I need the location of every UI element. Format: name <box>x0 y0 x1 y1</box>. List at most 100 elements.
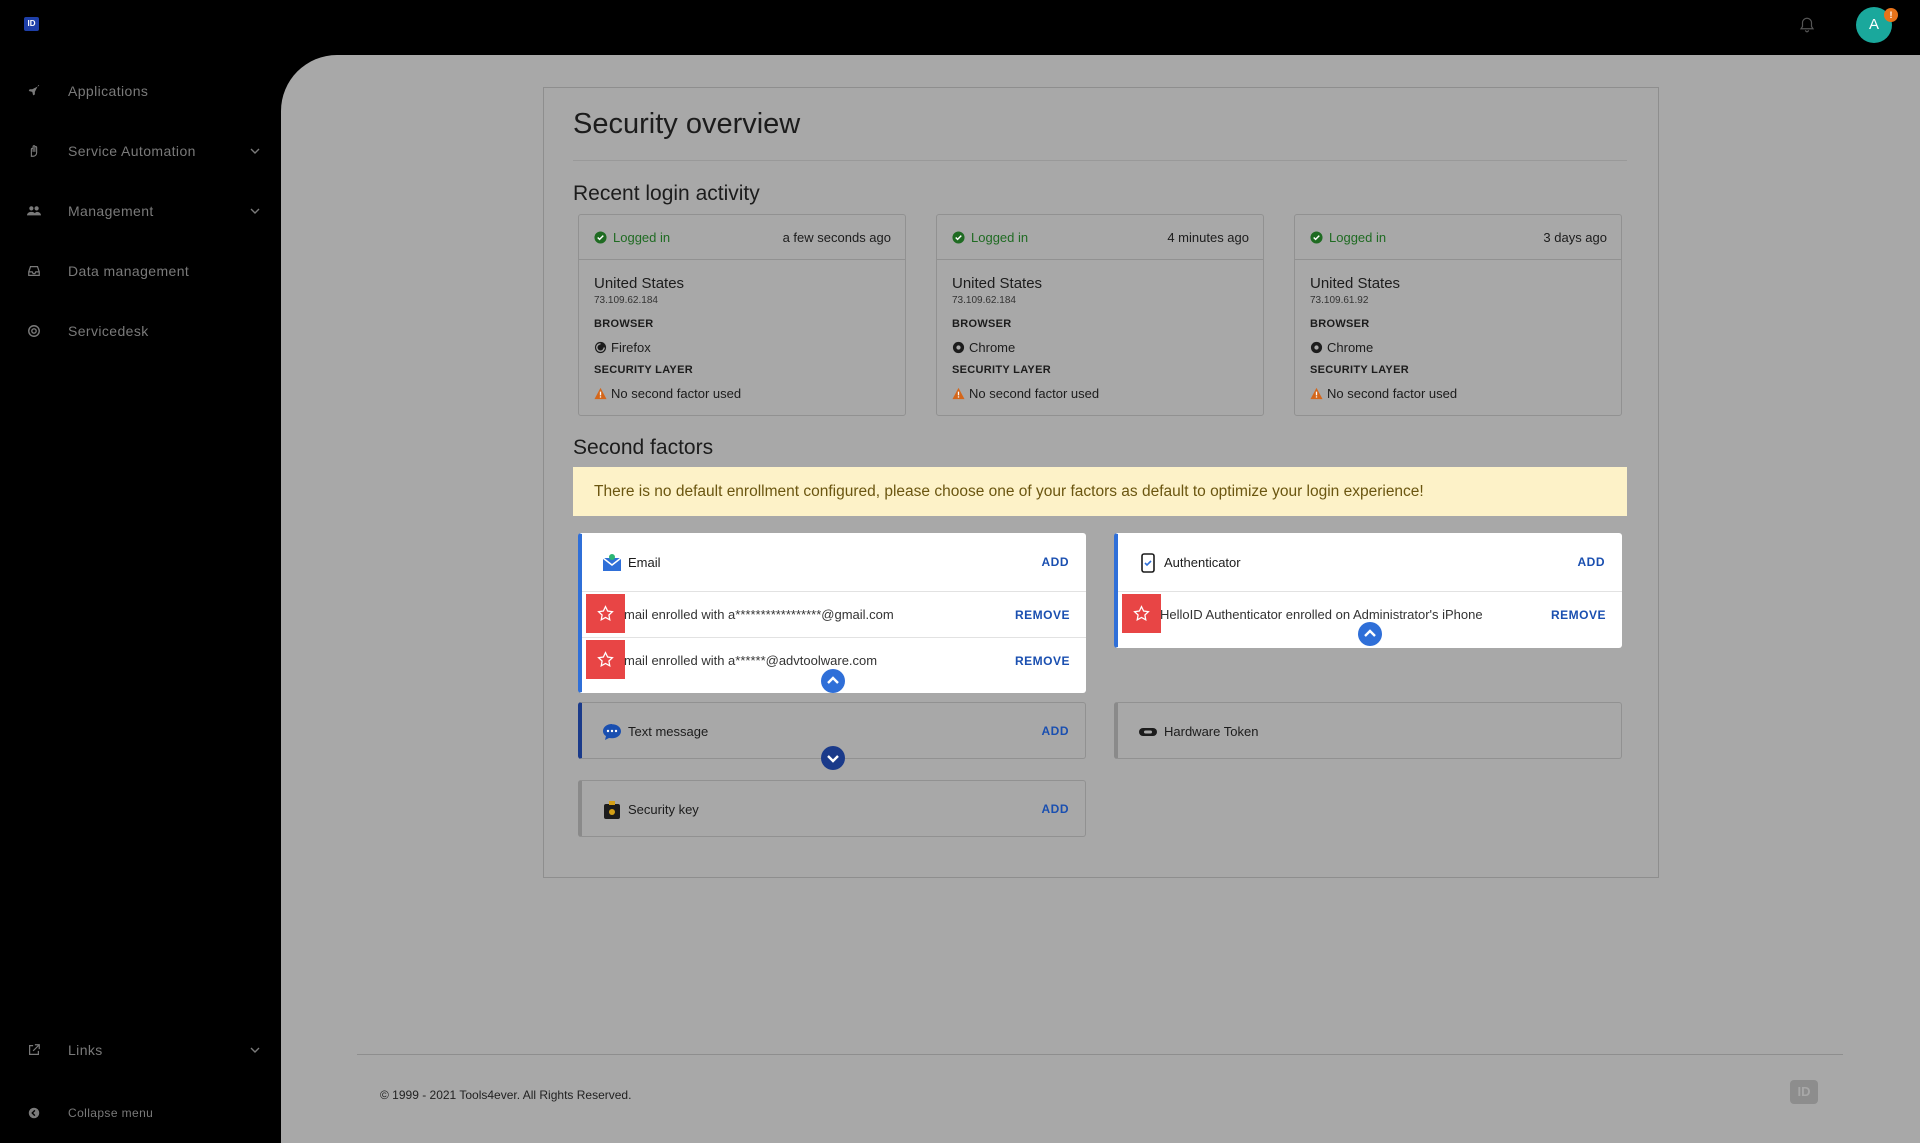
factor-hardware-token: Hardware Token <box>1114 702 1622 759</box>
remove-button[interactable]: REMOVE <box>1551 608 1606 622</box>
login-country: United States <box>1310 275 1401 292</box>
default-enrollment-banner: There is no default enrollment configure… <box>573 467 1627 516</box>
sidebar-item-label: Collapse menu <box>68 1106 154 1120</box>
external-link-icon <box>29 1044 40 1055</box>
security-key-icon <box>604 801 620 819</box>
enrollment-text: mail enrolled with a******@advtoolware.c… <box>624 653 878 668</box>
star-icon <box>1133 605 1150 621</box>
hand-icon <box>30 145 38 157</box>
phone-check-icon <box>1141 553 1155 573</box>
notification-badge: ! <box>1884 8 1898 22</box>
email-icon <box>602 554 622 571</box>
factor-name: Hardware Token <box>1164 724 1259 739</box>
sidebar-item-management[interactable]: Management <box>0 191 281 231</box>
chevron-up-icon <box>1364 629 1376 637</box>
login-time: 3 days ago <box>1543 230 1607 245</box>
bell-icon[interactable] <box>1798 16 1816 34</box>
security-layer-label: SECURITY LAYER <box>594 364 693 376</box>
add-email-button[interactable]: ADD <box>1042 555 1070 569</box>
copyright-text: © 1999 - 2021 Tools4ever. All Rights Res… <box>380 1088 632 1102</box>
login-card-header: Logged in 3 days ago <box>1295 215 1621 260</box>
page-title: Security overview <box>573 108 801 140</box>
sidebar-item-label: Links <box>68 1042 103 1058</box>
warning-icon <box>594 387 607 400</box>
sidebar-item-label: Management <box>68 203 154 219</box>
remove-button[interactable]: REMOVE <box>1015 654 1070 668</box>
chevron-down-icon <box>250 1047 260 1053</box>
add-text-message-button[interactable]: ADD <box>1042 724 1070 738</box>
sidebar-item-label: Service Automation <box>68 143 196 159</box>
footer-divider <box>357 1054 1843 1055</box>
enrollment-text: mail enrolled with a*****************@gm… <box>624 607 894 622</box>
login-card-header: Logged in a few seconds ago <box>579 215 905 260</box>
security-layer-value: No second factor used <box>1327 386 1458 401</box>
set-default-star-button[interactable] <box>586 594 625 633</box>
collapse-menu-button[interactable]: Collapse menu <box>0 1093 281 1133</box>
check-circle-icon <box>952 231 965 244</box>
firefox-icon <box>594 341 607 354</box>
factor-name: Security key <box>628 802 699 817</box>
login-card: Logged in 3 days ago United States 73.10… <box>1294 214 1622 416</box>
top-bar: ID A ! <box>0 0 1920 55</box>
chevron-down-icon <box>250 148 260 154</box>
security-layer-value: No second factor used <box>969 386 1100 401</box>
remove-button[interactable]: REMOVE <box>1015 608 1070 622</box>
login-country: United States <box>594 275 685 292</box>
login-ip: 73.109.62.184 <box>952 295 1016 306</box>
collapse-icon <box>28 1107 40 1119</box>
sidebar-item-service-automation[interactable]: Service Automation <box>0 131 281 171</box>
star-icon <box>597 605 614 621</box>
security-layer-label: SECURITY LAYER <box>952 364 1051 376</box>
chevron-down-icon <box>827 755 839 763</box>
lifebuoy-icon <box>28 325 40 337</box>
check-circle-icon <box>594 231 607 244</box>
second-factors-heading: Second factors <box>573 436 714 459</box>
inbox-icon <box>28 266 40 276</box>
login-status: Logged in <box>1329 230 1387 245</box>
factor-name: Text message <box>628 724 709 739</box>
factor-security-key: Security key ADD <box>578 780 1086 837</box>
factor-name: Email <box>628 555 661 570</box>
token-icon <box>1139 728 1157 736</box>
enrollment-row: mail enrolled with a*****************@gm… <box>582 591 1086 637</box>
warning-icon <box>952 387 965 400</box>
add-security-key-button[interactable]: ADD <box>1042 802 1070 816</box>
sidebar-item-applications[interactable]: Applications <box>0 71 281 111</box>
add-authenticator-button[interactable]: ADD <box>1578 555 1606 569</box>
login-card-header: Logged in 4 minutes ago <box>937 215 1263 260</box>
rocket-icon <box>28 84 40 96</box>
factor-name: Authenticator <box>1164 555 1241 570</box>
sidebar-item-links[interactable]: Links <box>0 1030 281 1070</box>
check-circle-icon <box>1310 231 1323 244</box>
collapse-toggle-button[interactable] <box>1358 622 1382 646</box>
warning-icon <box>1310 387 1323 400</box>
sidebar-item-servicedesk[interactable]: Servicedesk <box>0 311 281 351</box>
chrome-icon <box>952 341 965 354</box>
browser-label: BROWSER <box>594 318 654 330</box>
login-card: Logged in a few seconds ago United State… <box>578 214 906 416</box>
collapse-toggle-button[interactable] <box>821 669 845 693</box>
users-icon <box>27 206 41 216</box>
sidebar: Applications Service Automation Manageme… <box>0 55 281 1143</box>
login-ip: 73.109.61.92 <box>1310 295 1369 306</box>
star-icon <box>597 651 614 667</box>
login-card: Logged in 4 minutes ago United States 73… <box>936 214 1264 416</box>
divider <box>573 160 1627 161</box>
chat-bubble-icon <box>603 724 621 740</box>
chrome-icon <box>1310 341 1323 354</box>
recent-login-heading: Recent login activity <box>573 182 760 205</box>
app-logo[interactable]: ID <box>24 17 39 31</box>
set-default-star-button[interactable] <box>586 640 625 679</box>
browser-value: Chrome <box>969 340 1016 355</box>
browser-label: BROWSER <box>952 318 1012 330</box>
sidebar-item-label: Applications <box>68 83 149 99</box>
sidebar-item-data-management[interactable]: Data management <box>0 251 281 291</box>
browser-value: Chrome <box>1327 340 1374 355</box>
set-default-star-button[interactable] <box>1122 594 1161 633</box>
security-layer-label: SECURITY LAYER <box>1310 364 1409 376</box>
login-country: United States <box>952 275 1043 292</box>
enrollment-text: HelloID Authenticator enrolled on Admini… <box>1160 607 1483 622</box>
browser-label: BROWSER <box>1310 318 1370 330</box>
expand-toggle-button[interactable] <box>821 746 845 770</box>
login-time: 4 minutes ago <box>1167 230 1249 245</box>
